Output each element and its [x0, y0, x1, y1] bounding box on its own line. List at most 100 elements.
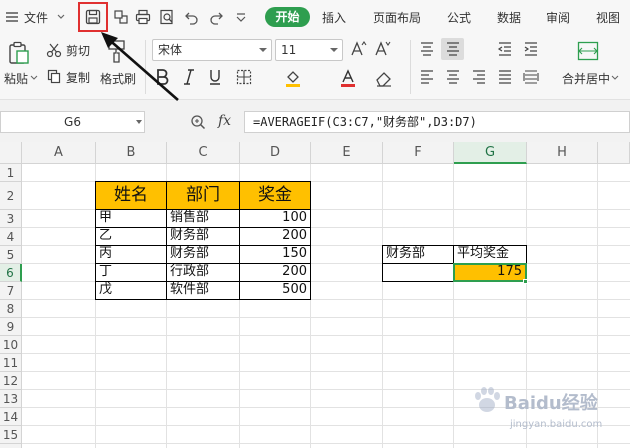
cell-g6-selected[interactable]: 175 — [453, 263, 527, 282]
cell-d5[interactable]: 150 — [239, 245, 311, 264]
cell-b4[interactable]: 乙 — [95, 227, 167, 246]
cell-c6[interactable]: 行政部 — [166, 263, 240, 282]
row-header-1[interactable]: 1 — [0, 164, 22, 182]
cell-b5[interactable]: 丙 — [95, 245, 167, 264]
copy-button[interactable]: 复制 — [66, 69, 90, 86]
fill-color-icon[interactable] — [283, 68, 303, 88]
tab-home[interactable]: 开始 — [265, 7, 310, 27]
font-size-select[interactable]: 11 — [275, 39, 343, 61]
cell-f6[interactable] — [382, 263, 454, 282]
paste-dropdown-icon[interactable] — [30, 74, 38, 82]
row-header-3[interactable]: 3 — [0, 210, 22, 228]
cell-c7[interactable]: 软件部 — [166, 281, 240, 300]
print-preview-icon[interactable] — [158, 8, 176, 26]
bold-icon[interactable] — [154, 68, 170, 86]
row-header-6[interactable]: 6 — [0, 264, 22, 282]
distributed-align-icon[interactable] — [522, 68, 540, 86]
row-header-8[interactable]: 8 — [0, 300, 22, 318]
cell-b6[interactable]: 丁 — [95, 263, 167, 282]
justify-icon[interactable] — [496, 68, 514, 86]
font-name-select[interactable]: 宋体 — [152, 39, 272, 61]
merge-dropdown-icon[interactable] — [611, 74, 619, 82]
cell-d4[interactable]: 200 — [239, 227, 311, 246]
align-middle-icon[interactable] — [444, 40, 462, 58]
tab-formulas[interactable]: 公式 — [447, 9, 471, 26]
align-center-icon[interactable] — [444, 68, 462, 86]
merge-center-button[interactable]: 合并居中 — [562, 70, 610, 87]
cut-button[interactable]: 剪切 — [66, 42, 90, 59]
cell-b7[interactable]: 戊 — [95, 281, 167, 300]
formula-input[interactable]: =AVERAGEIF(C3:C7,"财务部",D3:D7) — [244, 111, 630, 133]
tab-insert[interactable]: 插入 — [322, 9, 346, 26]
row-header-4[interactable]: 4 — [0, 228, 22, 246]
row-header-7[interactable]: 7 — [0, 282, 22, 300]
format-painter-button[interactable]: 格式刷 — [100, 70, 136, 87]
copy-icon[interactable] — [46, 68, 62, 84]
paste-icon[interactable] — [6, 40, 32, 66]
cell-d6[interactable]: 200 — [239, 263, 311, 282]
cell-b3[interactable]: 甲 — [95, 209, 167, 228]
row-header-9[interactable]: 9 — [0, 318, 22, 336]
merge-center-icon[interactable] — [576, 40, 600, 62]
row-header-12[interactable]: 12 — [0, 372, 22, 390]
fill-handle[interactable] — [523, 279, 528, 284]
align-left-icon[interactable] — [418, 68, 436, 86]
cell-g5[interactable]: 平均奖金 — [453, 245, 527, 264]
align-right-icon[interactable] — [470, 68, 488, 86]
zoom-icon[interactable] — [190, 114, 208, 130]
column-header-g[interactable]: G — [454, 142, 527, 164]
row-header-11[interactable]: 11 — [0, 354, 22, 372]
redo-icon[interactable] — [207, 8, 225, 26]
column-header-i[interactable] — [598, 142, 630, 164]
tab-page-layout[interactable]: 页面布局 — [373, 9, 421, 26]
italic-icon[interactable] — [182, 68, 196, 86]
indent-increase-icon[interactable] — [522, 40, 540, 58]
save-icon[interactable] — [84, 8, 102, 26]
cell-b2[interactable]: 姓名 — [95, 181, 167, 210]
paste-button[interactable]: 粘贴 — [4, 70, 28, 87]
format-copy-icon[interactable] — [112, 8, 130, 26]
format-painter-icon[interactable] — [106, 38, 128, 64]
scissors-icon[interactable] — [46, 42, 62, 58]
chevron-down-icon[interactable] — [56, 12, 66, 22]
chevron-down-icon[interactable] — [136, 120, 142, 124]
column-header-e[interactable]: E — [311, 142, 383, 164]
row-header-2[interactable]: 2 — [0, 182, 22, 210]
name-box[interactable]: G6 — [0, 111, 145, 133]
eraser-icon[interactable] — [374, 68, 394, 88]
tab-data[interactable]: 数据 — [497, 9, 521, 26]
column-header-a[interactable]: A — [22, 142, 96, 164]
column-header-c[interactable]: C — [167, 142, 240, 164]
tab-view[interactable]: 视图 — [596, 9, 620, 26]
cell-c3[interactable]: 销售部 — [166, 209, 240, 228]
increase-font-icon[interactable] — [350, 40, 368, 58]
cell-d7[interactable]: 500 — [239, 281, 311, 300]
tab-review[interactable]: 审阅 — [546, 9, 570, 26]
cell-f5[interactable]: 财务部 — [382, 245, 454, 264]
column-header-d[interactable]: D — [240, 142, 311, 164]
quick-access-more-icon[interactable] — [234, 10, 248, 24]
row-header-16[interactable]: 16 — [0, 444, 22, 448]
cell-d3[interactable]: 100 — [239, 209, 311, 228]
borders-icon[interactable] — [235, 68, 253, 86]
print-icon[interactable] — [134, 8, 152, 26]
file-menu[interactable]: 文件 — [24, 9, 48, 26]
cell-c4[interactable]: 财务部 — [166, 227, 240, 246]
row-header-5[interactable]: 5 — [0, 246, 22, 264]
cell-c5[interactable]: 财务部 — [166, 245, 240, 264]
undo-icon[interactable] — [183, 8, 201, 26]
row-header-15[interactable]: 15 — [0, 426, 22, 444]
align-top-icon[interactable] — [418, 40, 436, 58]
select-all-corner[interactable] — [0, 142, 22, 164]
cell-c2[interactable]: 部门 — [166, 181, 240, 210]
fx-icon[interactable]: fx — [218, 113, 231, 129]
row-header-10[interactable]: 10 — [0, 336, 22, 354]
indent-decrease-icon[interactable] — [496, 40, 514, 58]
decrease-font-icon[interactable] — [374, 40, 392, 58]
cell-d2[interactable]: 奖金 — [239, 181, 311, 210]
row-header-14[interactable]: 14 — [0, 408, 22, 426]
underline-icon[interactable] — [207, 68, 223, 86]
column-header-b[interactable]: B — [96, 142, 167, 164]
column-header-h[interactable]: H — [527, 142, 598, 164]
menu-icon[interactable] — [4, 9, 20, 25]
